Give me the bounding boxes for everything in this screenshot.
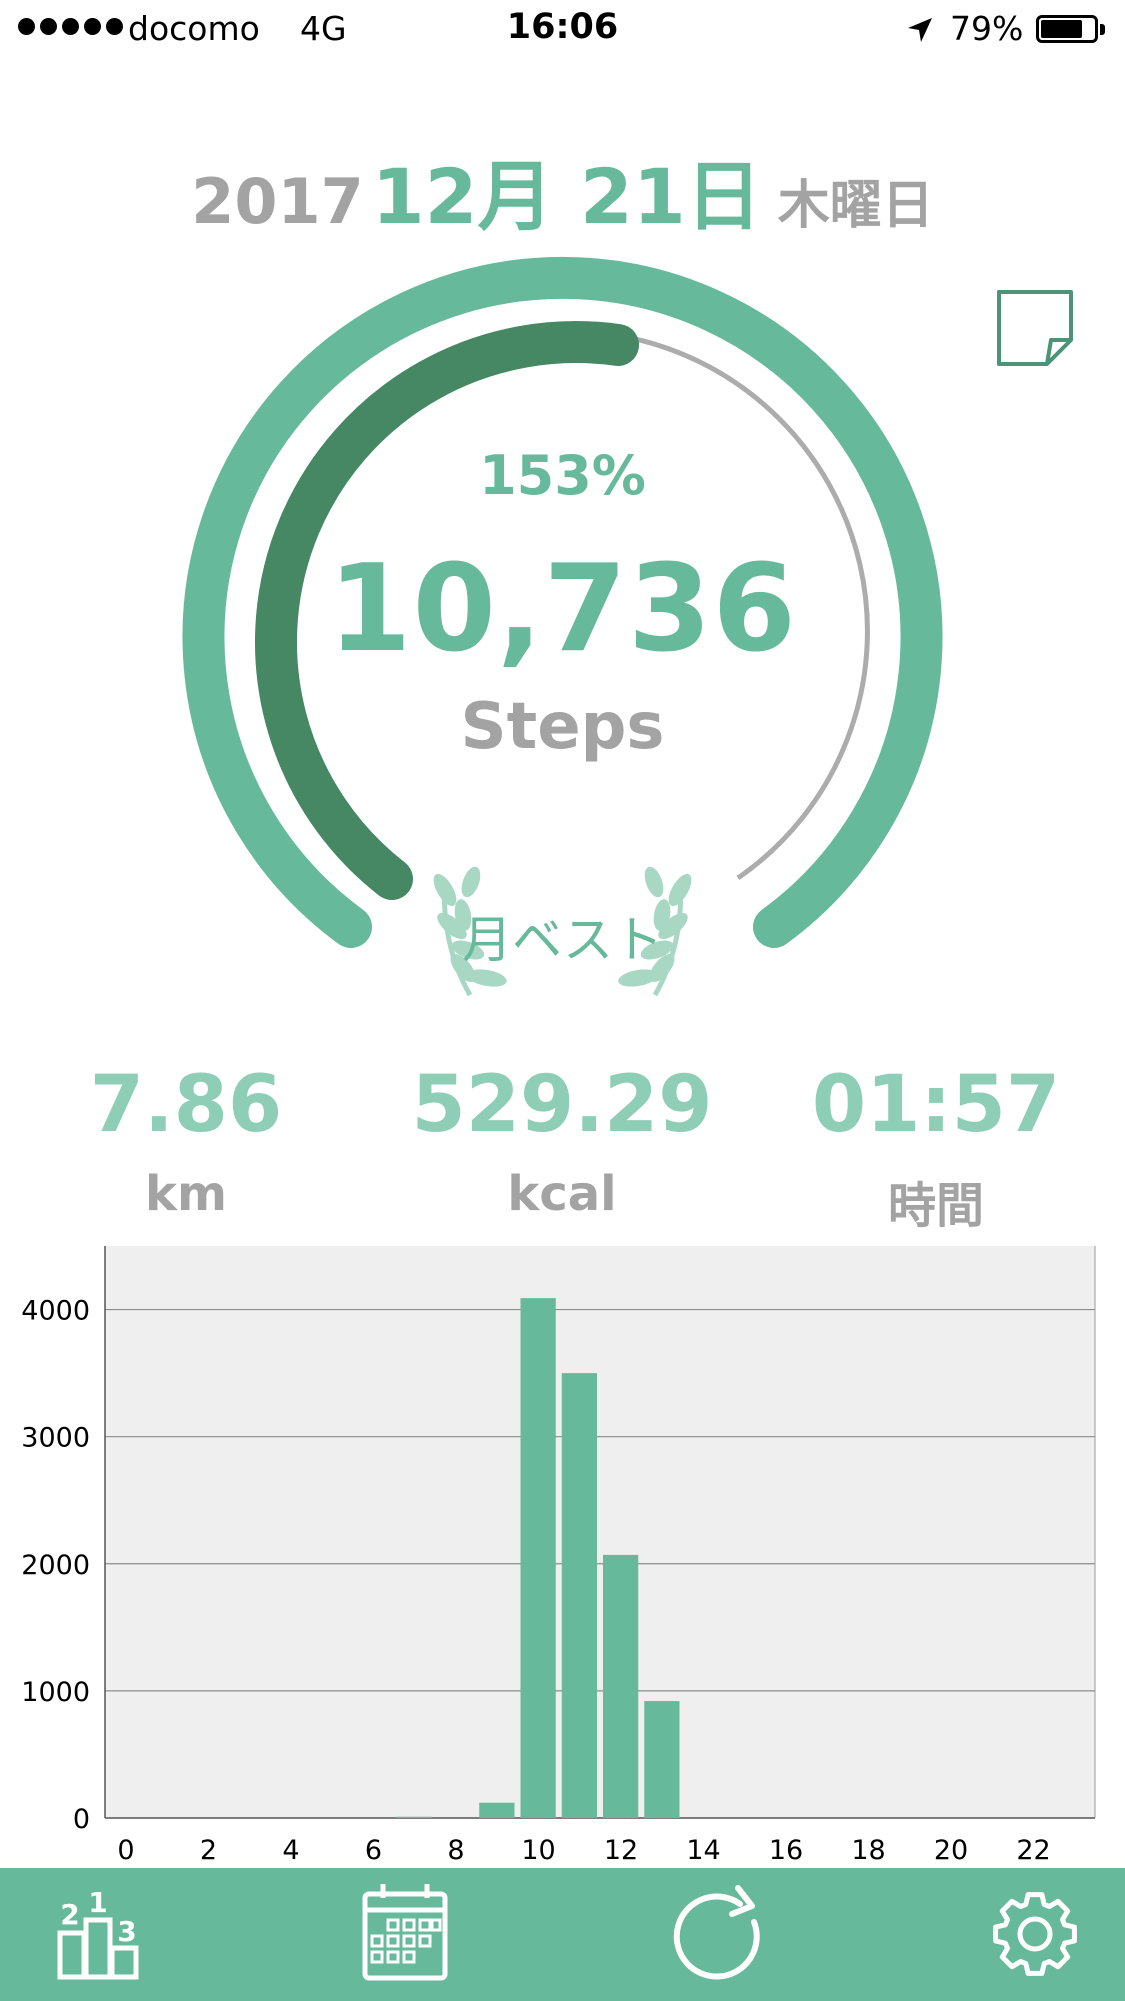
refresh-icon[interactable] bbox=[640, 1868, 800, 2001]
chart-bar bbox=[479, 1802, 515, 1818]
chart-bar bbox=[603, 1554, 639, 1818]
y-tick-label: 2000 bbox=[21, 1550, 90, 1581]
duration-stat: 01:57 時間 bbox=[756, 1066, 1116, 1236]
y-tick-label: 4000 bbox=[21, 1296, 90, 1327]
goal-percent: 153% bbox=[479, 444, 646, 507]
gear-icon[interactable] bbox=[955, 1868, 1115, 2001]
y-tick-label: 1000 bbox=[21, 1677, 90, 1708]
ranking-icon[interactable]: 2 1 3 bbox=[10, 1868, 170, 2001]
hourly-steps-chart: 0 1000 2000 3000 4000 0 2 4 6 8 10 12 14 16 18 20 22 bbox=[21, 1246, 1096, 1866]
x-tick-label: 6 bbox=[365, 1835, 382, 1866]
chart-bar bbox=[520, 1298, 556, 1818]
calories-unit: kcal bbox=[507, 1166, 617, 1222]
x-tick-label: 0 bbox=[117, 1835, 134, 1866]
duration-value: 01:57 bbox=[811, 1060, 1061, 1150]
x-tick-label: 20 bbox=[934, 1835, 968, 1866]
y-tick-label: 0 bbox=[73, 1804, 90, 1835]
x-tick-label: 10 bbox=[521, 1835, 555, 1866]
chart-bar bbox=[561, 1373, 597, 1818]
svg-text:2: 2 bbox=[60, 1898, 79, 1931]
x-tick-label: 8 bbox=[447, 1835, 464, 1866]
monthly-best-badge: 月ベスト bbox=[462, 911, 663, 969]
distance-stat: 7.86 km bbox=[6, 1066, 366, 1222]
calories-stat: 529.29 kcal bbox=[382, 1066, 742, 1222]
x-tick-label: 18 bbox=[851, 1835, 885, 1866]
chart-bar bbox=[396, 1816, 432, 1818]
x-tick-label: 4 bbox=[282, 1835, 299, 1866]
y-tick-label: 3000 bbox=[21, 1423, 90, 1454]
x-tick-label: 2 bbox=[200, 1835, 217, 1866]
x-tick-label: 14 bbox=[686, 1835, 720, 1866]
note-icon[interactable] bbox=[995, 288, 1075, 368]
tab-bar: 2 1 3 bbox=[0, 1868, 1125, 2001]
distance-value: 7.86 bbox=[89, 1060, 283, 1150]
distance-unit: km bbox=[145, 1166, 227, 1222]
step-count: 10,736 bbox=[327, 540, 798, 679]
duration-unit: 時間 bbox=[887, 1178, 984, 1234]
x-tick-label: 16 bbox=[769, 1835, 803, 1866]
steps-label: Steps bbox=[460, 690, 665, 764]
svg-text:3: 3 bbox=[117, 1915, 136, 1948]
chart-plot-area bbox=[105, 1246, 1095, 1818]
x-tick-label: 12 bbox=[604, 1835, 638, 1866]
calories-value: 529.29 bbox=[411, 1060, 713, 1150]
step-gauge bbox=[182, 257, 943, 997]
gear-outline bbox=[993, 1892, 1077, 1976]
svg-text:1: 1 bbox=[88, 1886, 107, 1919]
calendar-icon[interactable] bbox=[325, 1868, 485, 2001]
x-tick-label: 22 bbox=[1016, 1835, 1050, 1866]
chart-bar bbox=[644, 1701, 680, 1818]
